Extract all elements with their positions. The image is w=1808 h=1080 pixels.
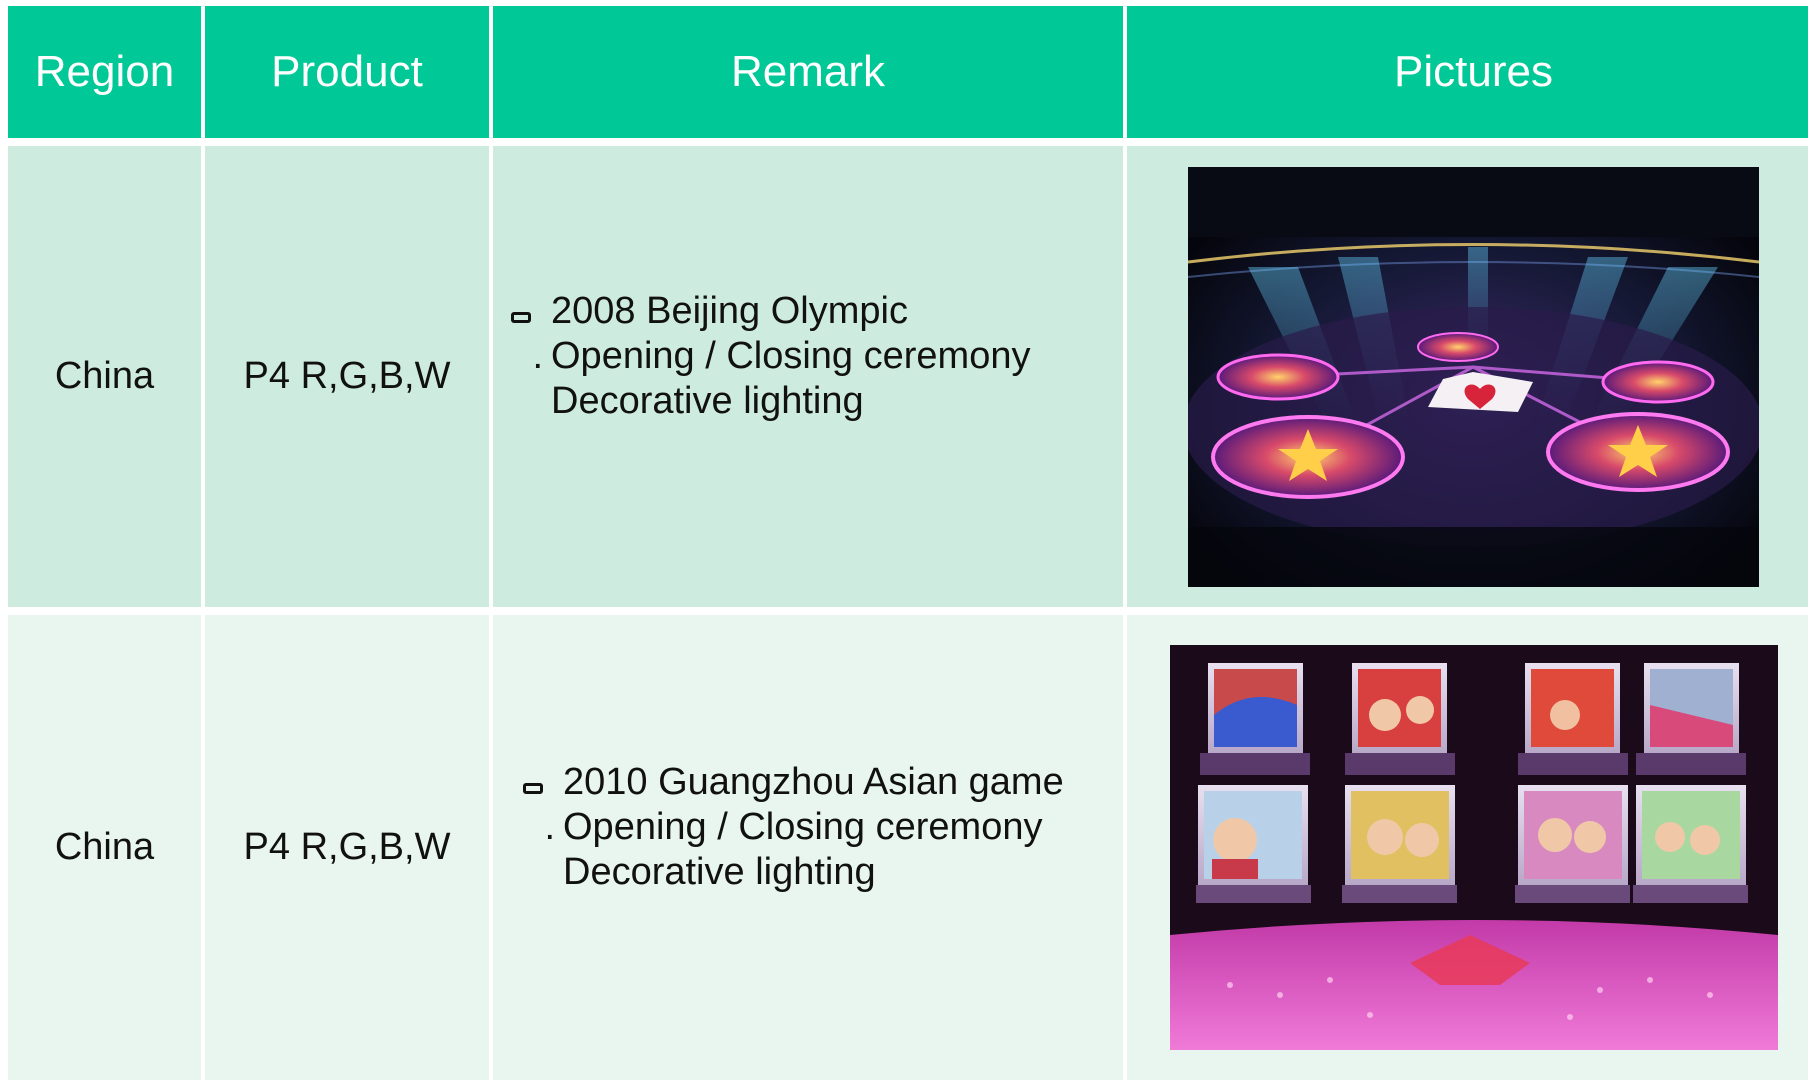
row2-region: China — [8, 615, 201, 1080]
row2-picture-cell — [1127, 615, 1808, 1080]
remark-title-line: 2010 Guangzhou Asian game — [523, 760, 1064, 805]
header-remark: Remark — [493, 6, 1123, 138]
row1-picture-cell — [1127, 146, 1808, 607]
region-value: China — [54, 826, 155, 868]
remark-line2: . Opening / Closing ceremony — [523, 805, 1064, 850]
guangzhou-asian-games-photo — [1169, 645, 1778, 1050]
remark-line2-text: Opening / Closing ceremony — [563, 806, 1043, 848]
row2-remark: 2010 Guangzhou Asian game . Opening / Cl… — [493, 615, 1123, 1080]
header-product: Product — [205, 6, 489, 138]
square-bullet-icon — [511, 289, 551, 334]
row2-product: P4 R,G,B,W — [205, 615, 489, 1080]
product-value: P4 R,G,B,W — [243, 826, 451, 868]
remark-text: 2010 Guangzhou Asian game . Opening / Cl… — [523, 760, 1064, 895]
product-value: P4 R,G,B,W — [243, 355, 451, 397]
beijing-olympic-photo — [1188, 166, 1759, 587]
header-region-label: Region — [34, 47, 175, 96]
remark-line3-text: Decorative lighting — [551, 380, 864, 422]
remark-line3-text: Decorative lighting — [563, 851, 876, 893]
remark-title-line: 2008 Beijing Olympic — [511, 289, 1030, 334]
row1-product: P4 R,G,B,W — [205, 146, 489, 607]
header-remark-label: Remark — [730, 47, 886, 96]
header-pictures-label: Pictures — [1394, 47, 1553, 96]
dot-bullet-icon: . — [532, 335, 543, 377]
row1-remark: 2008 Beijing Olympic . Opening / Closing… — [493, 146, 1123, 607]
square-bullet-icon — [523, 760, 563, 805]
remark-line2-text: Opening / Closing ceremony — [551, 335, 1031, 377]
region-value: China — [54, 355, 155, 397]
remark-line2: . Opening / Closing ceremony — [511, 334, 1030, 379]
dot-bullet-icon: . — [544, 806, 555, 848]
remark-text: 2008 Beijing Olympic . Opening / Closing… — [511, 289, 1030, 424]
remark-title: 2008 Beijing Olympic — [551, 290, 908, 332]
remark-title: 2010 Guangzhou Asian game — [563, 761, 1064, 803]
row1-region: China — [8, 146, 201, 607]
remark-line3: Decorative lighting — [523, 850, 1064, 895]
projects-table: Region Product Remark Pictures China P4 … — [8, 6, 1808, 1080]
header-pictures: Pictures — [1127, 6, 1808, 138]
remark-line3: Decorative lighting — [511, 379, 1030, 424]
header-region: Region — [8, 6, 201, 138]
header-product-label: Product — [271, 47, 423, 96]
